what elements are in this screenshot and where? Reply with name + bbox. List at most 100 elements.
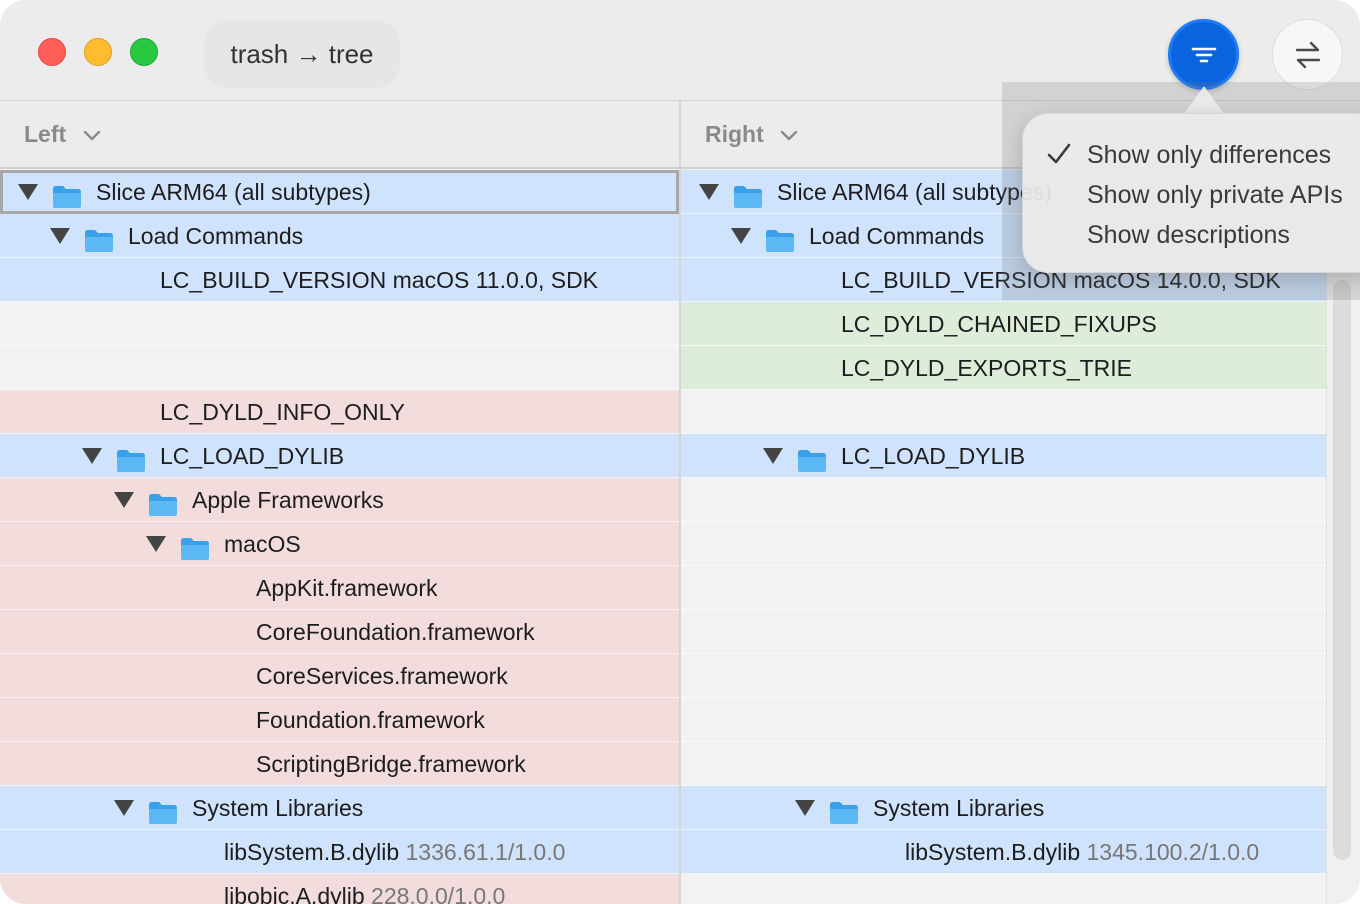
swap-sides-button[interactable]: [1272, 19, 1343, 90]
window-title: trash → tree: [204, 20, 400, 88]
tree-row[interactable]: CoreFoundation.framework: [0, 610, 679, 654]
tree-row-text: libSystem.B.dylib: [224, 839, 400, 865]
tree-row-text: libobjc.A.dylib: [224, 883, 365, 904]
filter-lines-icon: [1191, 47, 1217, 63]
tree-row[interactable]: LC_DYLD_CHAINED_FIXUPS: [681, 302, 1326, 346]
popover-arrow: [1184, 86, 1224, 114]
tree-row-text: CoreFoundation.framework: [256, 619, 535, 645]
filter-menu: Show only differences Show only private A…: [1022, 113, 1360, 273]
folder-icon: [116, 443, 146, 472]
disclosure-triangle-icon[interactable]: [146, 536, 166, 552]
tree-row-text: System Libraries: [192, 795, 364, 821]
tree-row[interactable]: ScriptingBridge.framework: [0, 742, 679, 786]
empty-row: [681, 874, 1326, 904]
tree-row-label: ScriptingBridge.framework: [256, 742, 526, 786]
tree-row-text: LC_LOAD_DYLIB: [841, 443, 1026, 469]
tree-row-text: LC_DYLD_EXPORTS_TRIE: [841, 355, 1133, 381]
empty-row: [681, 610, 1326, 654]
tree-row[interactable]: LC_DYLD_EXPORTS_TRIE: [681, 346, 1326, 390]
left-column-header[interactable]: Left: [0, 101, 680, 169]
tree-row-label: LC_LOAD_DYLIB: [841, 434, 1025, 478]
empty-row: [681, 478, 1326, 522]
tree-row[interactable]: LC_BUILD_VERSION macOS 11.0.0, SDK: [0, 258, 679, 302]
tree-row-label: System Libraries: [192, 786, 363, 830]
tree-row-text: LC_DYLD_INFO_ONLY: [160, 399, 405, 425]
folder-icon: [180, 531, 210, 560]
tree-row-label: AppKit.framework: [256, 566, 438, 610]
checkmark-icon: [1047, 143, 1071, 170]
tree-row[interactable]: System Libraries: [0, 786, 679, 830]
tree-row-label: libSystem.B.dylib 1345.100.2/1.0.0: [905, 830, 1259, 874]
tree-row[interactable]: System Libraries: [681, 786, 1326, 830]
tree-row-label: Slice ARM64 (all subtypes): [96, 170, 371, 214]
tree-row-text: libSystem.B.dylib: [905, 839, 1081, 865]
tree-row-label: System Libraries: [873, 786, 1044, 830]
empty-row: [681, 566, 1326, 610]
tree-row-label: Load Commands: [809, 214, 984, 258]
folder-icon: [733, 179, 763, 208]
disclosure-triangle-icon[interactable]: [763, 448, 783, 464]
tree-row-text: Load Commands: [809, 223, 985, 249]
tree-row-text: LC_DYLD_CHAINED_FIXUPS: [841, 311, 1157, 337]
tree-row-label: libobjc.A.dylib 228.0.0/1.0.0: [224, 874, 505, 904]
tree-row-label: macOS: [224, 522, 301, 566]
tree-row-label: CoreServices.framework: [256, 654, 508, 698]
disclosure-triangle-icon[interactable]: [731, 228, 751, 244]
tree-row[interactable]: Apple Frameworks: [0, 478, 679, 522]
empty-row: [681, 390, 1326, 434]
chevron-down-icon: [780, 130, 798, 141]
tree-row[interactable]: LC_LOAD_DYLIB: [681, 434, 1326, 478]
folder-icon: [765, 223, 795, 252]
tree-row-label: Apple Frameworks: [192, 478, 384, 522]
filter-button[interactable]: [1168, 19, 1239, 90]
tree-row[interactable]: LC_LOAD_DYLIB: [0, 434, 679, 478]
tree-row[interactable]: CoreServices.framework: [0, 654, 679, 698]
empty-row: [0, 302, 679, 346]
app-window: trash → tree Left Right Slice ARM64 (all…: [0, 0, 1360, 904]
version-text: 1345.100.2/1.0.0: [1080, 839, 1260, 865]
tree-row-text: Load Commands: [128, 223, 304, 249]
folder-icon: [829, 795, 859, 824]
tree-row-text: CoreServices.framework: [256, 663, 508, 689]
left-column-label: Left: [24, 121, 67, 147]
tree-row-label: LC_LOAD_DYLIB: [160, 434, 344, 478]
filter-menu-item[interactable]: Show descriptions: [1087, 215, 1290, 255]
empty-row: [681, 742, 1326, 786]
filter-menu-item[interactable]: Show only differences: [1087, 135, 1331, 175]
filter-menu-item[interactable]: Show only private APIs: [1087, 175, 1343, 215]
tree-row[interactable]: libSystem.B.dylib 1345.100.2/1.0.0: [681, 830, 1326, 874]
empty-row: [681, 654, 1326, 698]
disclosure-triangle-icon[interactable]: [795, 800, 815, 816]
disclosure-triangle-icon[interactable]: [114, 800, 134, 816]
swap-arrows-icon: [1295, 41, 1321, 69]
minimize-window-button[interactable]: [84, 38, 112, 66]
tree-row-label: LC_BUILD_VERSION macOS 11.0.0, SDK: [160, 258, 598, 302]
left-tree-pane[interactable]: Slice ARM64 (all subtypes) Load Commands L…: [0, 170, 679, 904]
tree-row-label: LC_DYLD_CHAINED_FIXUPS: [841, 302, 1157, 346]
tree-row-label: CoreFoundation.framework: [256, 610, 535, 654]
tree-row[interactable]: macOS: [0, 522, 679, 566]
disclosure-triangle-icon[interactable]: [114, 492, 134, 508]
disclosure-triangle-icon[interactable]: [50, 228, 70, 244]
chevron-down-icon: [83, 130, 100, 141]
tree-row-text: Slice ARM64 (all subtypes): [96, 179, 371, 205]
tree-row[interactable]: AppKit.framework: [0, 566, 679, 610]
tree-row[interactable]: Slice ARM64 (all subtypes): [0, 170, 679, 214]
disclosure-triangle-icon[interactable]: [699, 184, 719, 200]
tree-row[interactable]: Load Commands: [0, 214, 679, 258]
folder-icon: [84, 223, 114, 252]
tree-row[interactable]: libobjc.A.dylib 228.0.0/1.0.0: [0, 874, 679, 904]
zoom-window-button[interactable]: [130, 38, 158, 66]
tree-row-label: LC_DYLD_INFO_ONLY: [160, 390, 405, 434]
disclosure-triangle-icon[interactable]: [82, 448, 102, 464]
scrollbar-thumb[interactable]: [1333, 280, 1351, 860]
tree-row-text: Foundation.framework: [256, 707, 485, 733]
close-window-button[interactable]: [38, 38, 66, 66]
tree-row[interactable]: Foundation.framework: [0, 698, 679, 742]
disclosure-triangle-icon[interactable]: [18, 184, 38, 200]
tree-row[interactable]: LC_DYLD_INFO_ONLY: [0, 390, 679, 434]
right-column-label: Right: [705, 121, 764, 147]
tree-row[interactable]: libSystem.B.dylib 1336.61.1/1.0.0: [0, 830, 679, 874]
tree-row-label: Load Commands: [128, 214, 303, 258]
tree-row-text: LC_LOAD_DYLIB: [160, 443, 345, 469]
